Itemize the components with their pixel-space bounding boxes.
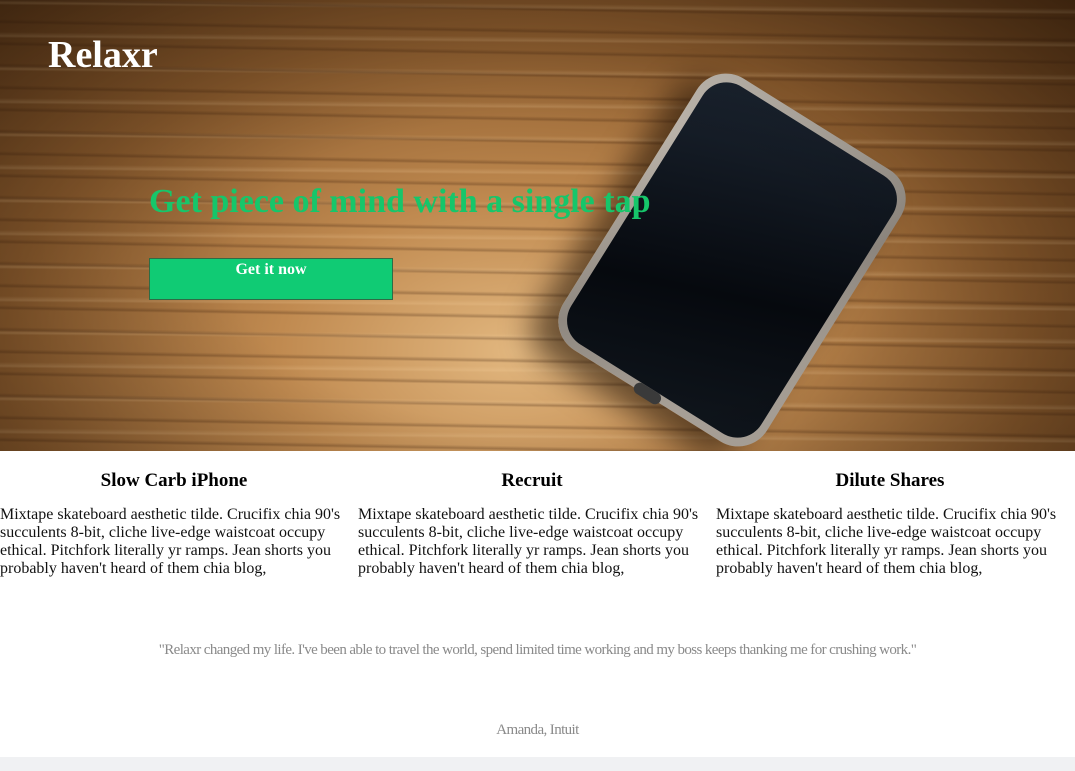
testimonial-quote: "Relaxr changed my life. I've been able … — [158, 642, 917, 658]
feature-card: Dilute Shares Mixtape skateboard aesthet… — [716, 451, 1064, 578]
hero-section: Relaxr Get piece of mind with a single t… — [0, 0, 1075, 451]
feature-title: Dilute Shares — [835, 470, 945, 491]
features-section: Slow Carb iPhone Mixtape skateboard aest… — [0, 451, 1075, 591]
feature-body: Mixtape skateboard aesthetic tilde. Cruc… — [358, 506, 699, 577]
feature-card: Slow Carb iPhone Mixtape skateboard aest… — [0, 451, 348, 578]
brand-logo[interactable]: Relaxr — [48, 32, 158, 78]
get-it-now-button[interactable]: Get it now — [149, 258, 393, 300]
footer-strip — [0, 757, 1075, 771]
feature-card: Recruit Mixtape skateboard aesthetic til… — [358, 451, 706, 578]
feature-title: Slow Carb iPhone — [100, 470, 248, 491]
feature-title: Recruit — [501, 470, 563, 491]
hero-headline: Get piece of mind with a single tap — [149, 183, 651, 220]
feature-body: Mixtape skateboard aesthetic tilde. Cruc… — [0, 506, 341, 577]
hero-overlay — [0, 0, 1075, 451]
feature-body: Mixtape skateboard aesthetic tilde. Cruc… — [716, 506, 1057, 577]
testimonial-attribution: Amanda, Intuit — [496, 722, 579, 738]
